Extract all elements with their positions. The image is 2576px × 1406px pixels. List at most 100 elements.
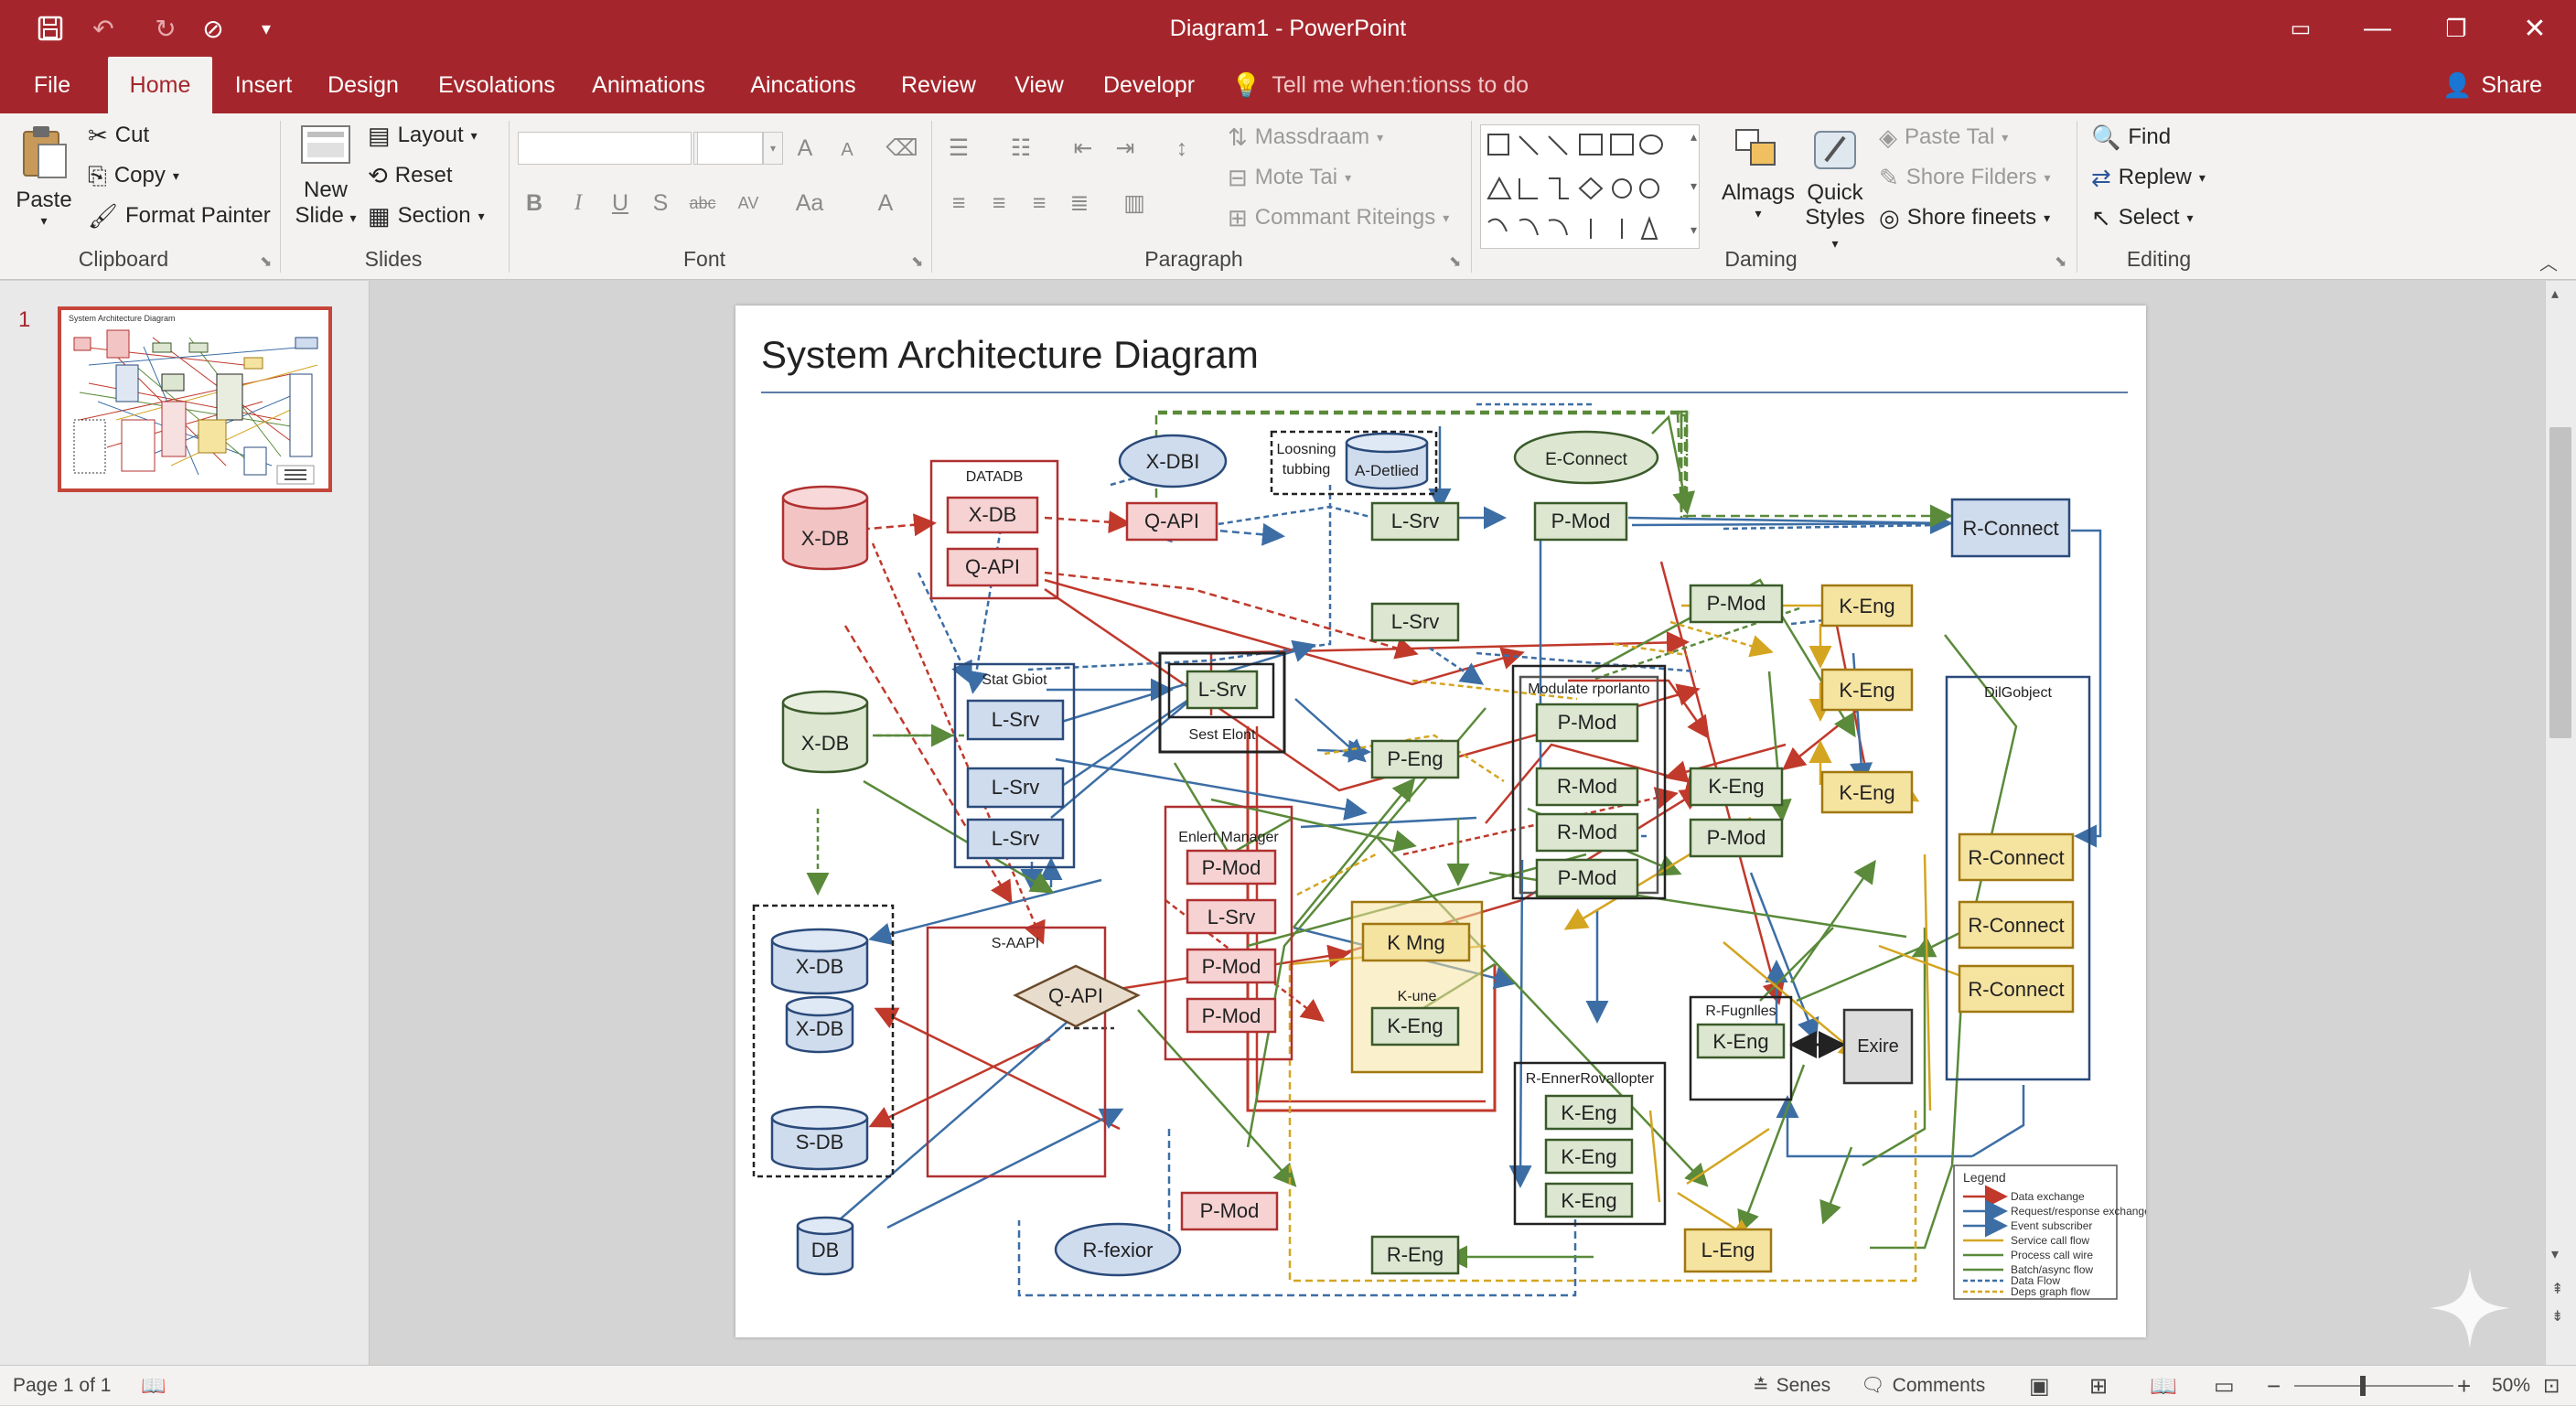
clear-formatting-icon[interactable]: ⌫ <box>886 132 918 165</box>
s-aapi-group[interactable] <box>926 926 1107 1178</box>
change-case-button[interactable]: Aa <box>787 187 832 220</box>
italic-button[interactable]: I <box>562 187 595 220</box>
tab-evsolations[interactable]: Evsolations <box>428 57 565 113</box>
select-button[interactable]: ↖ Select ▾ <box>2091 205 2194 231</box>
bold-button[interactable]: B <box>518 187 551 220</box>
minimize-button[interactable]: — <box>2336 0 2419 57</box>
undo-icon[interactable]: ↶ <box>84 9 123 48</box>
format-painter-button[interactable]: 🖌 Format Painter <box>88 203 271 229</box>
bullets-icon[interactable]: ☰ <box>942 132 975 165</box>
replace-button[interactable]: ⇄ Replew ▾ <box>2091 165 2206 190</box>
paragraph-launcher-icon[interactable]: ⬊ <box>1449 252 1461 271</box>
decrease-indent-icon[interactable]: ⇤ <box>1067 132 1100 165</box>
align-left-icon[interactable]: ≡ <box>942 187 975 220</box>
editing-group-label: Editing <box>2126 247 2192 271</box>
r-fexior-label: R-fexior <box>1082 1239 1153 1261</box>
shore-fineets-button[interactable]: ◎ Shore fineets ▾ <box>1879 205 2050 231</box>
slide-sorter-icon[interactable]: ⊞ <box>2089 1366 2108 1406</box>
r-enner-label: R-EnnerRovallopter <box>1526 1071 1655 1087</box>
a-detlied-cylinder[interactable] <box>1345 432 1429 490</box>
shadow-button[interactable]: S <box>644 187 677 220</box>
align-right-icon[interactable]: ≡ <box>1023 187 1056 220</box>
reading-view-icon[interactable]: 📖 <box>2150 1366 2177 1406</box>
font-size-input[interactable] <box>697 132 763 165</box>
paste-tal-button[interactable]: ◈ Paste Tal ▾ <box>1879 124 2008 150</box>
ribbon-display-options-icon[interactable]: ▭ <box>2259 0 2342 57</box>
scroll-up-icon[interactable]: ▴ <box>2551 284 2559 303</box>
strikethrough-icon[interactable]: abc <box>686 187 719 220</box>
scroll-down-icon[interactable]: ▾ <box>2551 1245 2559 1263</box>
columns-icon[interactable]: ▥ <box>1118 187 1151 220</box>
drawing-launcher-icon[interactable]: ⬊ <box>2055 252 2066 271</box>
previous-slide-icon[interactable]: ⇞ <box>2551 1280 2563 1298</box>
tab-review[interactable]: Review <box>893 57 984 113</box>
close-button[interactable]: ✕ <box>2494 0 2576 57</box>
customize-qat-icon[interactable]: ▾ <box>247 9 285 48</box>
tab-design[interactable]: Design <box>322 57 404 113</box>
tab-insert[interactable]: Insert <box>227 57 300 113</box>
reset-button[interactable]: ⟲ Reset <box>368 163 453 188</box>
arrange-button[interactable]: Almags ▾ <box>1720 124 1797 221</box>
save-icon[interactable] <box>31 9 70 48</box>
numbering-icon[interactable]: ☷ <box>1004 132 1037 165</box>
copy-button[interactable]: ⎘ Copy ▾ <box>88 163 179 188</box>
character-spacing-icon[interactable]: AV <box>732 187 765 220</box>
scrollbar-thumb[interactable] <box>2549 427 2571 738</box>
zoom-in-button[interactable]: + <box>2457 1366 2471 1406</box>
ren-keng2-label: K-Eng <box>1561 1145 1616 1168</box>
next-slide-icon[interactable]: ⇟ <box>2551 1307 2563 1326</box>
zoom-slider-thumb[interactable] <box>2360 1376 2366 1396</box>
increase-indent-icon[interactable]: ⇥ <box>1109 132 1142 165</box>
zoom-level[interactable]: 50% <box>2492 1366 2530 1406</box>
cut-button[interactable]: ✂ Cut <box>88 123 149 148</box>
clipboard-launcher-icon[interactable]: ⬊ <box>260 252 272 271</box>
tab-home[interactable]: Home <box>108 57 212 113</box>
line-spacing-icon[interactable]: ↕ <box>1165 132 1198 165</box>
tell-me-box[interactable]: 💡 Tell me when:tionss to do <box>1231 57 1529 113</box>
layout-button[interactable]: ▤ Layout ▾ <box>368 123 478 148</box>
comments-button[interactable]: 🗨 Comments <box>1861 1366 1985 1406</box>
normal-view-icon[interactable]: ▣ <box>2029 1366 2050 1406</box>
font-name-input[interactable] <box>518 132 692 165</box>
tab-view[interactable]: View <box>1006 57 1072 113</box>
quick-styles-button[interactable]: Quick Styles ▾ <box>1800 124 1870 255</box>
tab-animations[interactable]: Animations <box>584 57 714 113</box>
mote-tai-button[interactable]: ⊟ Mote Tai ▾ <box>1228 165 1351 190</box>
loosening-label-1: Loosning <box>1277 442 1336 457</box>
find-button[interactable]: 🔍 Find <box>2091 124 2171 150</box>
underline-button[interactable]: U <box>604 187 637 220</box>
redo-icon[interactable]: ↻ <box>146 9 185 48</box>
zoom-slider-track[interactable] <box>2294 1385 2453 1387</box>
commant-riteings-button[interactable]: ⊞ Commant Riteings ▾ <box>1228 205 1449 231</box>
slide-thumbnail[interactable]: System Architecture Diagram <box>58 306 332 492</box>
maximize-button[interactable]: ❐ <box>2415 0 2497 57</box>
fit-to-window-icon[interactable]: ⊡ <box>2543 1366 2560 1406</box>
font-size-dropdown-icon[interactable]: ▾ <box>763 132 783 165</box>
justify-icon[interactable]: ≣ <box>1063 187 1096 220</box>
slide[interactable]: System Architecture Diagram X-DB X-DB X-… <box>735 306 2146 1337</box>
shape-effects-icon: ◎ <box>1879 204 1900 231</box>
font-launcher-icon[interactable]: ⬊ <box>911 252 923 271</box>
align-center-icon[interactable]: ≡ <box>982 187 1015 220</box>
collapse-ribbon-icon[interactable]: ︿ <box>2539 249 2558 275</box>
share-button[interactable]: 👤 Share <box>2442 57 2542 113</box>
section-button[interactable]: ▦ Section ▾ <box>368 203 485 229</box>
paste-button[interactable]: Paste ▾ <box>15 123 73 229</box>
shapes-gallery[interactable]: ▴ ▾ ▾ <box>1480 124 1700 249</box>
new-slide-button[interactable]: New Slide ▾ <box>291 123 360 230</box>
zoom-out-button[interactable]: − <box>2267 1366 2281 1406</box>
font-color-button[interactable]: A <box>869 187 902 220</box>
start-from-beginning-icon[interactable]: ⊘ <box>194 9 232 48</box>
shrink-font-button[interactable]: A <box>831 134 864 166</box>
vertical-scrollbar[interactable]: ▴ ▾ ⇞ ⇟ <box>2545 281 2576 1365</box>
tab-file[interactable]: File <box>18 57 86 113</box>
tab-developr[interactable]: Developr <box>1094 57 1204 113</box>
grow-font-button[interactable]: A <box>789 132 821 165</box>
notes-button[interactable]: ≛ Senes <box>1753 1366 1830 1406</box>
slideshow-icon[interactable]: ▭ <box>2214 1366 2235 1406</box>
spell-check-icon[interactable]: 📖 <box>141 1366 166 1406</box>
page-indicator: Page 1 of 1 <box>13 1375 112 1396</box>
massdraam-button[interactable]: ⇅ Massdraam ▾ <box>1228 124 1383 150</box>
shore-filders-button[interactable]: ✎ Shore Filders ▾ <box>1879 165 2051 190</box>
tab-aincations[interactable]: Aincations <box>737 57 869 113</box>
